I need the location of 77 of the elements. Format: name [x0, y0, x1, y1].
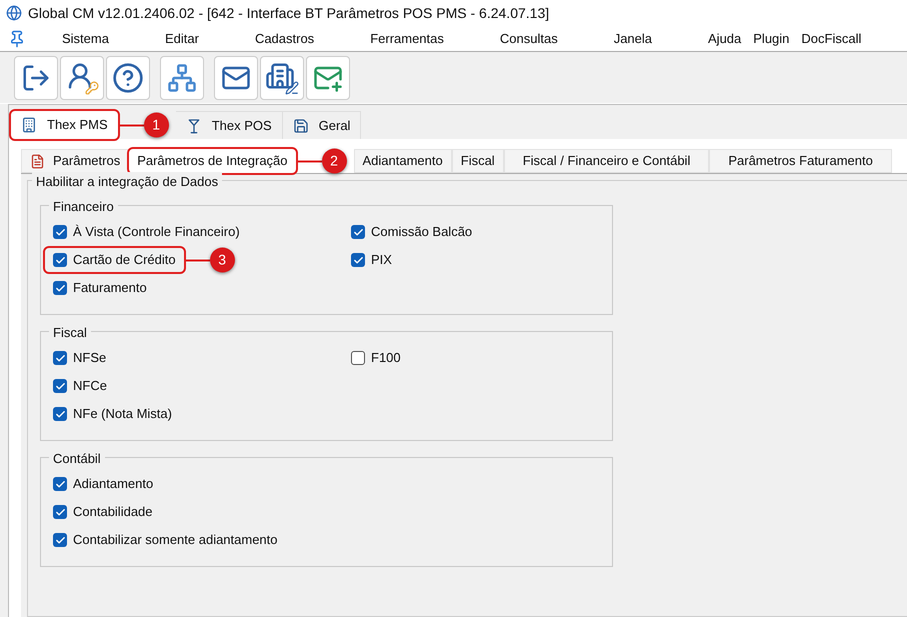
mail-send-button[interactable] [306, 56, 350, 100]
checkbox-label: Faturamento [73, 279, 147, 298]
pin-icon[interactable] [8, 30, 26, 48]
checkbox-label: Cartão de Crédito [73, 251, 176, 270]
check-icon [54, 226, 66, 238]
mail-button[interactable] [214, 56, 258, 100]
check-icon [54, 408, 66, 420]
callout-badge: 1 [144, 112, 169, 138]
section-title: Habilitar a integração de Dados [32, 172, 222, 192]
sub-tab[interactable]: Parâmetros [21, 149, 130, 173]
callout-badge: 2 [322, 148, 347, 174]
menu-item[interactable]: Janela [614, 28, 652, 48]
sub-tab[interactable]: Parâmetros Faturamento [709, 149, 892, 173]
sub-tab[interactable]: Adiantamento [354, 149, 452, 173]
leader-line [296, 160, 322, 162]
building-icon [21, 117, 37, 133]
menu-item[interactable]: Cadastros [254, 28, 314, 48]
leader-line [184, 259, 210, 261]
check-icon [54, 380, 66, 392]
checkbox[interactable] [53, 533, 67, 547]
module-tab[interactable]: Thex POS [176, 111, 283, 139]
sub-tab[interactable]: Parâmetros de Integração [129, 149, 296, 173]
window-title: Global CM v12.01.2406.02 - [642 - Interface BT Parâmetros POS PMS - 6.24.07.13] [28, 4, 550, 23]
sub-tab[interactable]: Fiscal / Financeiro e Contábil [504, 149, 710, 173]
checkbox[interactable] [53, 379, 67, 393]
checkbox[interactable] [53, 281, 67, 295]
checkbox-label: Comissão Balcão [371, 223, 472, 242]
sub-tab[interactable]: Fiscal [452, 149, 504, 173]
building-pen-icon [265, 60, 299, 94]
help-icon [112, 62, 144, 94]
menu-item[interactable]: DocFiscall [801, 28, 862, 48]
check-icon [54, 352, 66, 364]
checkbox[interactable] [351, 253, 365, 267]
menu-item[interactable]: Editar [164, 28, 199, 48]
menu-item[interactable]: Plugin [753, 28, 790, 48]
exit-icon [21, 62, 51, 92]
checkbox-label: F100 [371, 349, 401, 368]
menu-item[interactable]: Sistema [62, 28, 109, 48]
org-chart-button[interactable] [160, 56, 204, 100]
checkbox[interactable] [53, 351, 67, 365]
org-chart-icon [167, 62, 197, 92]
module-tab[interactable]: Geral [282, 111, 362, 139]
check-icon [54, 282, 66, 294]
checkbox[interactable] [351, 351, 365, 365]
check-icon [54, 506, 66, 518]
checkbox-label: NFe (Nota Mista) [73, 405, 172, 424]
globe-icon [6, 5, 22, 21]
check-icon [352, 226, 364, 238]
checkbox-label: Adiantamento [73, 475, 154, 494]
leader-line [118, 124, 144, 126]
checkbox-label: À Vista (Controle Financeiro) [73, 223, 240, 242]
module-tab[interactable]: Thex PMS [11, 111, 118, 139]
check-icon [54, 478, 66, 490]
checkbox[interactable] [53, 253, 67, 267]
check-icon [54, 254, 66, 266]
menu-item[interactable]: Ajuda [708, 28, 742, 48]
check-icon [352, 254, 364, 266]
menu-item[interactable]: Ferramentas [370, 28, 444, 48]
checkbox-label: Contabilidade [73, 503, 153, 522]
glass-icon [186, 118, 202, 134]
callout-badge: 3 [210, 248, 235, 272]
checkbox-label: Contabilizar somente adiantamento [73, 531, 278, 550]
checkbox[interactable] [53, 225, 67, 239]
building-edit-button[interactable] [260, 56, 304, 100]
checkbox-label: NFSe [73, 349, 106, 368]
menu-item[interactable]: Consultas [500, 28, 558, 48]
checkbox-label: NFCe [73, 377, 107, 396]
exit-button[interactable] [14, 56, 58, 100]
checkbox[interactable] [351, 225, 365, 239]
checkbox-label: PIX [371, 251, 392, 270]
checkbox[interactable] [53, 407, 67, 421]
document-icon [30, 154, 45, 168]
checkbox[interactable] [53, 505, 67, 519]
checkbox[interactable] [53, 477, 67, 491]
check-icon [54, 534, 66, 546]
user-key-button[interactable] [60, 56, 104, 100]
help-button[interactable] [106, 56, 150, 100]
